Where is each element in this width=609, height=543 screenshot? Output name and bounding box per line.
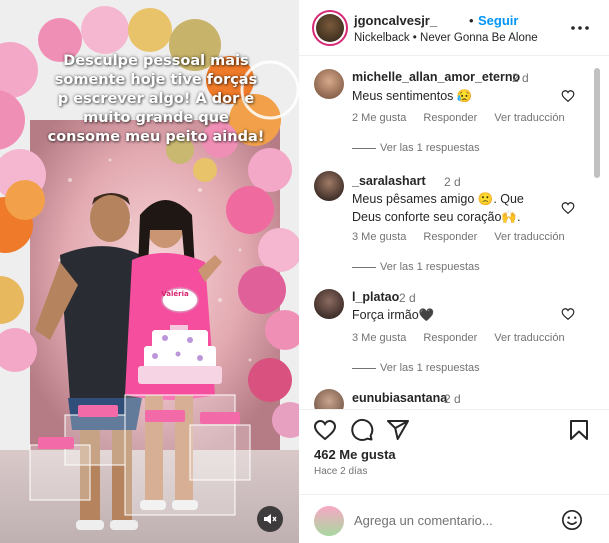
commenter-username[interactable]: l_platao [352, 290, 399, 304]
view-replies-label: Ver las 1 respuestas [380, 142, 480, 154]
share-icon[interactable] [386, 418, 410, 442]
comments-list[interactable]: michelle_allan_amor_eterno 2 d Meus sent… [299, 57, 601, 409]
comment-likes[interactable]: 3 Me gusta [352, 332, 406, 344]
commenter-username[interactable]: michelle_allan_amor_eterno [352, 70, 520, 84]
comment-time: 2 d [399, 291, 416, 305]
commenter-username[interactable]: eunubiasantana [352, 391, 447, 405]
heart-icon[interactable] [313, 418, 337, 442]
reply-button[interactable]: Responder [423, 231, 477, 243]
view-replies-button[interactable]: Ver las 1 respuestas [352, 362, 480, 374]
more-options-button[interactable] [570, 18, 590, 38]
view-replies-button[interactable]: Ver las 1 respuestas [352, 261, 480, 273]
follow-button[interactable]: Seguir [478, 13, 518, 28]
commenter-avatar[interactable] [314, 389, 344, 409]
comment-input[interactable] [354, 509, 554, 531]
reply-button[interactable]: Responder [423, 332, 477, 344]
commenter-avatar[interactable] [314, 171, 344, 201]
separator-dot: • [469, 13, 474, 28]
comment-likes[interactable]: 2 Me gusta [352, 112, 406, 124]
comments-scrollbar[interactable] [593, 60, 601, 400]
view-replies-label: Ver las 1 respuestas [380, 362, 480, 374]
comment-meta: 3 Me gusta Responder Ver traducción [352, 231, 582, 243]
translate-button[interactable]: Ver traducción [494, 332, 564, 344]
comment-meta: 3 Me gusta Responder Ver traducción [352, 332, 582, 344]
bookmark-icon[interactable] [567, 418, 591, 442]
comment-meta: 2 Me gusta Responder Ver traducción [352, 112, 582, 124]
add-comment-bar [299, 494, 609, 543]
comment-text: Meus sentimentos 😥 [352, 89, 473, 103]
translate-button[interactable]: Ver traducción [494, 231, 564, 243]
view-replies-button[interactable]: Ver las 1 respuestas [352, 142, 480, 154]
heart-icon[interactable] [561, 201, 575, 215]
audio-track[interactable]: Nickelback • Never Gonna Be Alone [354, 32, 538, 44]
comment-likes[interactable]: 3 Me gusta [352, 231, 406, 243]
commenter-avatar[interactable] [314, 289, 344, 319]
comment-text: Força irmão🖤 [352, 308, 435, 322]
view-replies-label: Ver las 1 respuestas [380, 261, 480, 273]
comment-text: Meus pêsames amigo 🙁. Que Deus conforte … [352, 192, 524, 224]
commenter-username[interactable]: _saralashart [352, 174, 426, 188]
post-media[interactable]: Desculpe pessoal mais somente hoje tive … [0, 0, 299, 543]
more-horizontal-icon [571, 26, 589, 30]
current-user-avatar [314, 506, 344, 536]
likes-count[interactable]: 462 Me gusta [314, 447, 396, 462]
heart-icon[interactable] [561, 89, 575, 103]
post-header: jgoncalvesjr_ • Seguir Nickelback • Neve… [299, 0, 609, 56]
mute-button[interactable] [257, 506, 283, 532]
scrollbar-thumb[interactable] [594, 68, 600, 178]
comment-icon[interactable] [350, 418, 374, 442]
post-caption-overlay: Desculpe pessoal mais somente hoje tive … [47, 53, 265, 145]
post-details-panel: jgoncalvesjr_ • Seguir Nickelback • Neve… [299, 0, 609, 543]
author-username[interactable]: jgoncalvesjr_ [354, 13, 437, 28]
comment-time: 2 d [512, 71, 529, 85]
heart-icon[interactable] [561, 307, 575, 321]
reply-button[interactable]: Responder [423, 112, 477, 124]
commenter-avatar[interactable] [314, 69, 344, 99]
emoji-icon[interactable] [561, 509, 583, 531]
comment-time: 2 d [444, 392, 461, 406]
translate-button[interactable]: Ver traducción [494, 112, 564, 124]
author-avatar[interactable] [312, 10, 348, 46]
speaker-muted-icon [264, 514, 277, 524]
cake-topper-name: Valéria [161, 290, 189, 298]
comment-time: 2 d [444, 175, 461, 189]
post-timestamp: Hace 2 días [314, 466, 368, 477]
